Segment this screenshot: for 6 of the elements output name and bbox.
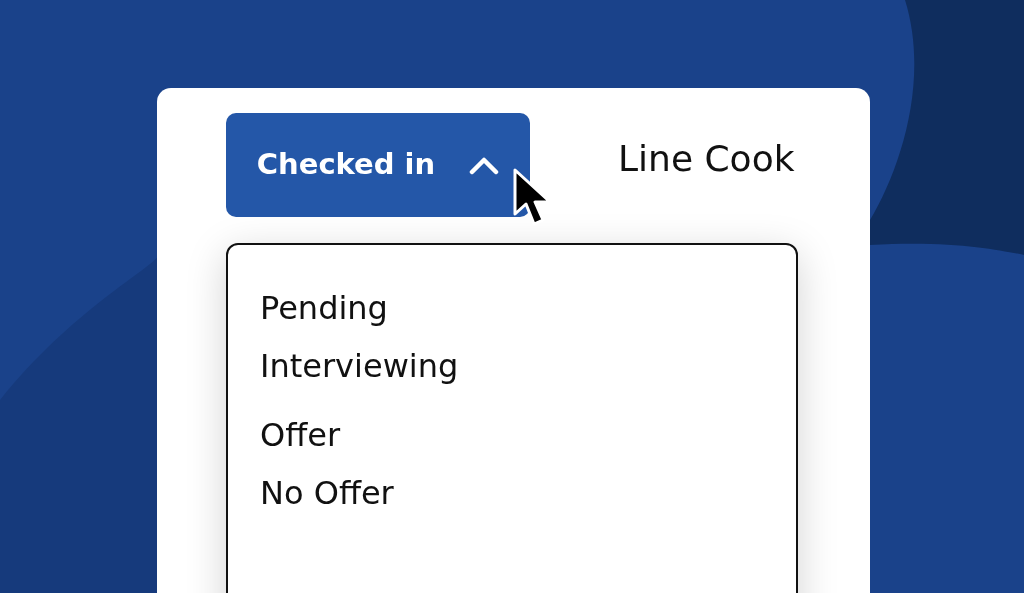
menu-item[interactable]: No Offer	[260, 474, 394, 513]
menu-item[interactable]: Offer	[260, 415, 341, 455]
chevron-up-icon	[469, 155, 500, 175]
menu-item[interactable]: Pending	[260, 289, 388, 328]
menu-item[interactable]: Interviewing	[260, 347, 459, 386]
job-title: Line Cook	[618, 137, 795, 181]
